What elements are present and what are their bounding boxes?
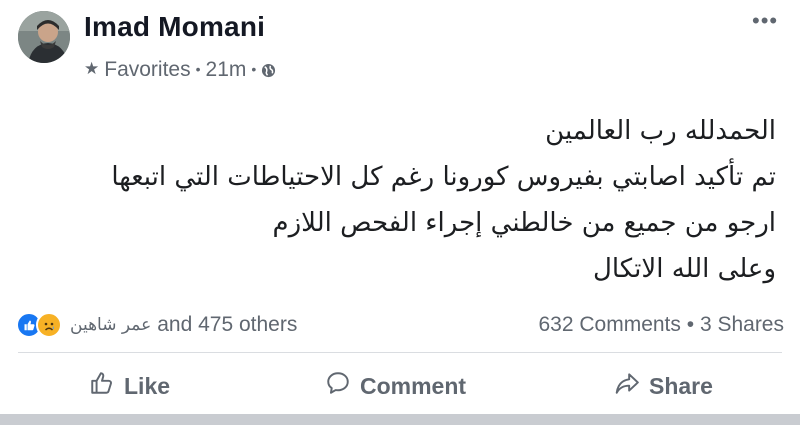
action-bar: Like Comment Share [0,362,800,410]
audience-label[interactable]: Favorites [104,58,190,82]
author-name[interactable]: Imad Momani [84,11,265,43]
more-options-icon[interactable]: ••• [752,8,778,34]
divider [18,352,782,353]
post-line: وعلى الله الاتكال [592,254,776,284]
post-line: تم تأكيد اصابتي بفيروس كورونا رغم كل الا… [111,162,776,192]
post-line: ارجو من جميع من خالطني إجراء الفحص اللاز… [272,208,776,238]
reactions-summary[interactable]: عمر شاهين and 475 others [16,312,297,338]
share-button[interactable]: Share [614,370,713,402]
author-avatar[interactable] [18,11,70,63]
sad-reaction-icon [36,312,62,338]
like-button[interactable]: Like [89,370,170,402]
post-body: الحمدلله رب العالمين تم تأكيد اصابتي بفي… [56,108,776,292]
share-label: Share [649,372,713,399]
comment-button[interactable]: Comment [325,370,466,402]
post-time[interactable]: 21m [206,58,247,82]
like-label: Like [124,372,171,399]
feed-separator [0,414,800,425]
share-arrow-icon [614,370,649,402]
reactor-name: عمر شاهين [70,315,152,335]
engagement-stats: عمر شاهين and 475 others 632 Comments • … [16,307,784,343]
separator-dot: • [195,61,201,77]
share-count[interactable]: 3 Shares [700,313,784,336]
globe-icon [261,63,276,78]
separator-dot: • [251,61,257,77]
comment-bubble-icon [325,370,360,402]
star-icon: ★ [84,59,100,78]
post-meta: ★ Favorites • 21m • [84,58,276,82]
comment-count[interactable]: 632 Comments [539,313,681,336]
comment-label: Comment [360,372,467,399]
reaction-others: and 475 others [157,313,298,336]
separator-dot: • [686,313,700,336]
post-line: الحمدلله رب العالمين [545,116,776,146]
thumbs-up-icon [89,370,124,402]
comments-shares: 632 Comments • 3 Shares [539,313,785,337]
